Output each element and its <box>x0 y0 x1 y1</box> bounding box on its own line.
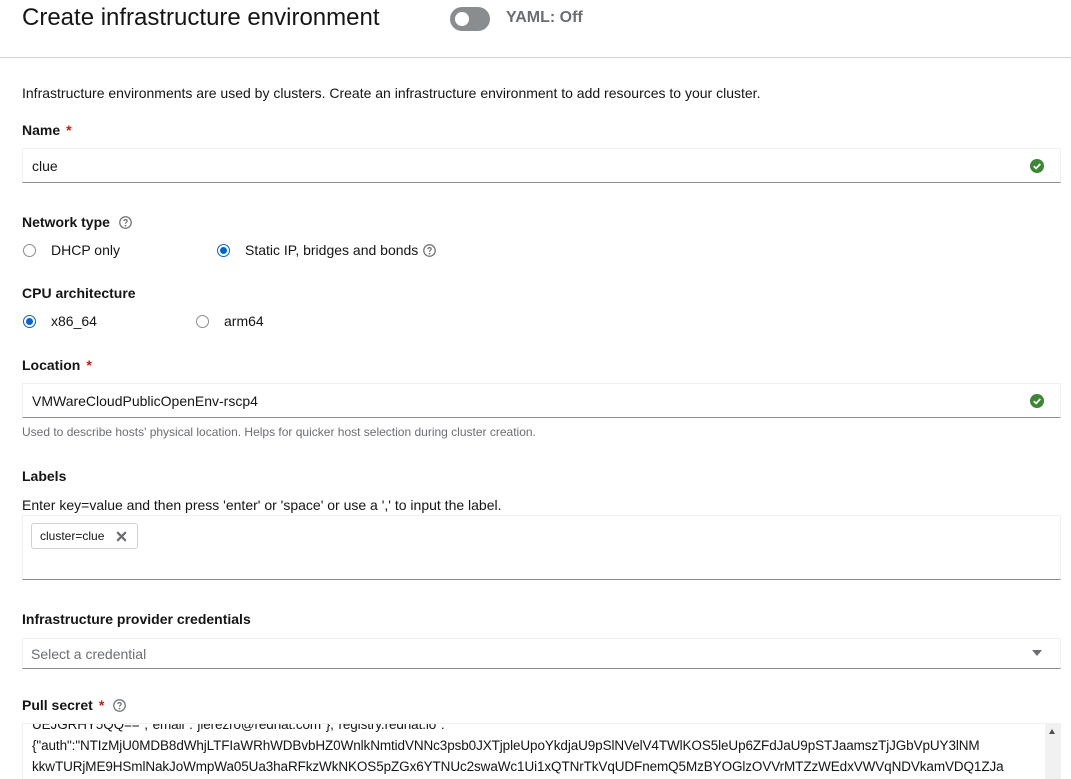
close-icon[interactable] <box>116 531 127 542</box>
radio-x86-64[interactable]: x86_64 <box>23 313 97 329</box>
required-mark: * <box>98 697 105 713</box>
cpu-architecture-label: CPU architecture <box>22 285 136 301</box>
help-icon[interactable] <box>423 243 437 257</box>
toggle-knob <box>455 12 469 26</box>
pull-secret-line[interactable]: UEJGRHY5QQ==","email":"jlerezro@redhat.c… <box>32 724 445 732</box>
location-input[interactable]: VMWareCloudPublicOpenEnv-rscp4 <box>22 383 1061 418</box>
radio-x86-64-label: x86_64 <box>51 313 97 329</box>
yaml-toggle[interactable] <box>450 7 490 31</box>
labels-label: Labels <box>22 468 67 484</box>
radio-dhcp-only-label: DHCP only <box>51 242 120 258</box>
location-helper-text: Used to describe hosts' physical locatio… <box>22 425 536 439</box>
yaml-toggle-label: YAML: Off <box>506 9 583 26</box>
name-label: Name * <box>22 122 72 138</box>
page-title: Create infrastructure environment <box>22 4 380 31</box>
radio-circle-selected[interactable] <box>217 243 230 257</box>
textarea-scrollbar[interactable] <box>1045 724 1060 779</box>
pull-secret-line[interactable]: {"auth":"NTIzMjU0MDB8dWhjLTFIaWRhWDBvbHZ… <box>32 738 980 753</box>
credentials-label: Infrastructure provider credentials <box>22 611 251 627</box>
credentials-select[interactable]: Select a credential <box>22 638 1061 669</box>
location-label: Location * <box>22 357 92 373</box>
network-type-label: Network type <box>22 214 132 230</box>
pull-secret-textarea[interactable]: UEJGRHY5QQ==","email":"jlerezro@redhat.c… <box>22 723 1061 779</box>
radio-circle[interactable] <box>23 243 36 257</box>
location-label-text: Location <box>22 357 81 373</box>
pull-secret-label: Pull secret * <box>22 697 127 713</box>
help-icon[interactable] <box>113 699 127 712</box>
radio-circle[interactable] <box>196 314 209 328</box>
scroll-up-arrow-icon[interactable] <box>1049 729 1055 734</box>
name-label-text: Name <box>22 122 61 138</box>
check-circle-icon <box>1030 394 1044 408</box>
help-icon[interactable] <box>118 216 132 229</box>
labels-input[interactable]: cluster=clue <box>22 515 1061 580</box>
label-chip: cluster=clue <box>31 523 139 549</box>
label-chip-text: cluster=clue <box>40 529 105 543</box>
radio-dhcp-only[interactable]: DHCP only <box>23 242 120 258</box>
pull-secret-label-text: Pull secret <box>22 697 93 713</box>
radio-arm64[interactable]: arm64 <box>196 313 264 329</box>
check-circle-icon <box>1030 159 1044 173</box>
network-type-label-text: Network type <box>22 214 110 230</box>
location-input-value[interactable]: VMWareCloudPublicOpenEnv-rscp4 <box>32 393 258 409</box>
name-input-value[interactable]: clue <box>32 158 58 174</box>
radio-circle-selected[interactable] <box>23 314 36 328</box>
required-mark: * <box>86 357 92 373</box>
radio-arm64-label: arm64 <box>224 313 264 329</box>
radio-static-ip-label: Static IP, bridges and bonds <box>245 242 419 258</box>
credentials-select-placeholder: Select a credential <box>31 646 147 662</box>
name-input[interactable]: clue <box>22 148 1061 183</box>
labels-helper-text: Enter key=value and then press 'enter' o… <box>22 497 502 513</box>
page-header: Create infrastructure environment YAML: … <box>0 0 1071 58</box>
caret-down-icon[interactable] <box>1032 650 1042 657</box>
radio-static-ip[interactable]: Static IP, bridges and bonds <box>217 242 437 258</box>
pull-secret-line[interactable]: kkwTURjME9HSmlNakJoWmpWa05Ua3haRFkzWkNKO… <box>32 759 1004 774</box>
form-description: Infrastructure environments are used by … <box>22 85 761 101</box>
required-mark: * <box>66 122 72 138</box>
